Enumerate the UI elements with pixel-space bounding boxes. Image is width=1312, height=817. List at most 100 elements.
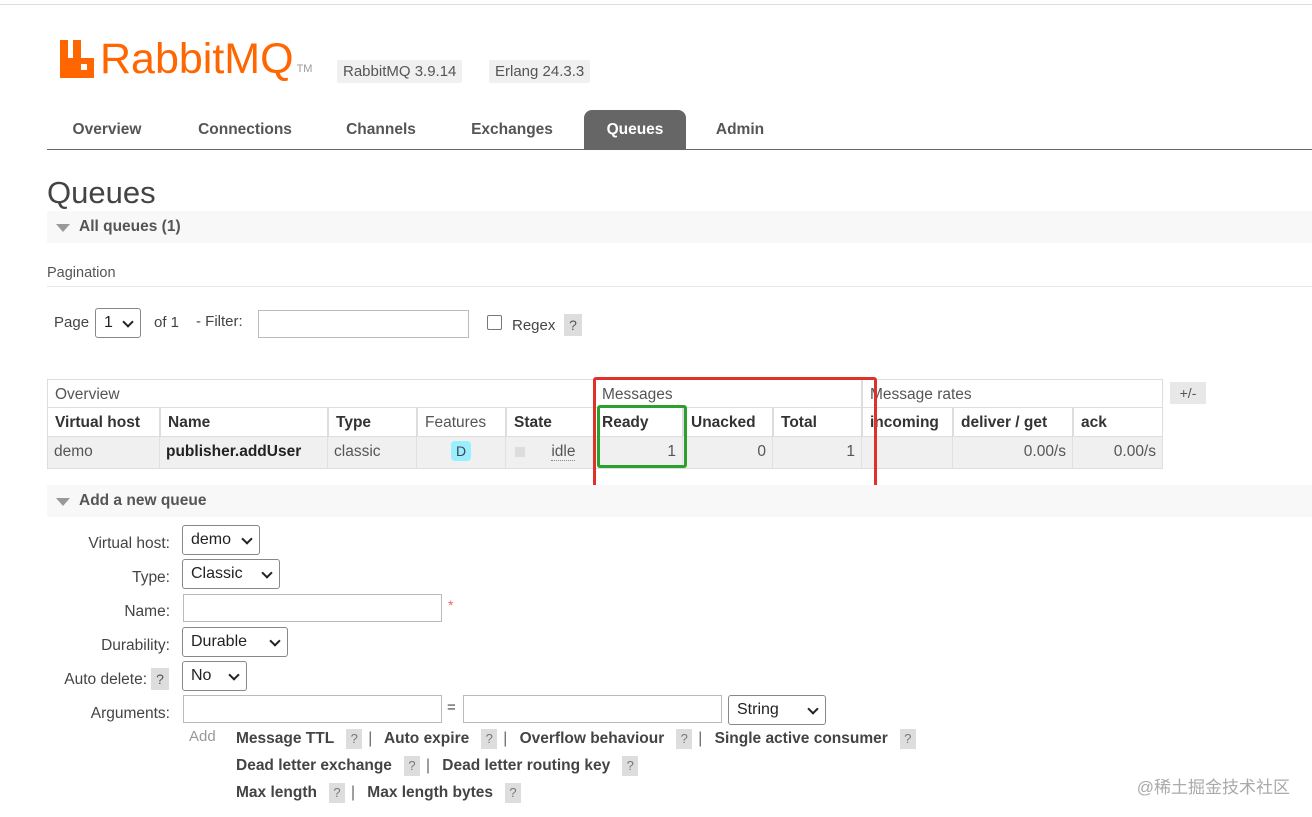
argument-type-value: String: [737, 701, 779, 718]
main-nav-tabs: Overview Connections Channels Exchanges …: [47, 110, 1312, 150]
tab-overview[interactable]: Overview: [55, 110, 159, 149]
arg-message-ttl-link[interactable]: Message TTL: [236, 730, 334, 747]
argument-key-input[interactable]: [183, 695, 442, 723]
help-icon[interactable]: ?: [328, 783, 345, 803]
add-queue-title: Add a new queue: [79, 492, 207, 509]
virtual-host-value: demo: [191, 531, 232, 548]
regex-label: Regex: [512, 317, 556, 334]
ready-highlight-box: [597, 405, 687, 468]
rabbitmq-logo-icon: [60, 40, 94, 78]
collapse-triangle-icon: [56, 498, 70, 506]
page-label: Page: [54, 314, 90, 331]
add-argument-label: Add: [189, 728, 216, 745]
auto-delete-help-icon[interactable]: ?: [151, 668, 169, 690]
arg-dead-letter-exchange-link[interactable]: Dead letter exchange: [236, 757, 392, 774]
col-type[interactable]: Type: [328, 408, 417, 437]
pagination-label: Pagination: [47, 265, 116, 281]
chevron-down-icon: [122, 316, 134, 328]
arguments-label: Arguments:: [90, 705, 170, 722]
arg-single-active-consumer-link[interactable]: Single active consumer: [715, 730, 888, 747]
all-queues-label: All queues (1): [79, 218, 181, 235]
help-icon[interactable]: ?: [505, 783, 522, 803]
group-overview-header: Overview: [47, 379, 594, 408]
virtual-host-select[interactable]: demo: [182, 525, 260, 555]
page-select-value: 1: [104, 314, 113, 331]
rabbitmq-version-badge: RabbitMQ 3.9.14: [337, 60, 463, 83]
durable-feature-badge[interactable]: D: [451, 441, 471, 461]
auto-delete-value: No: [191, 667, 212, 684]
state-indicator-icon: [515, 446, 525, 457]
page-select[interactable]: 1: [95, 308, 141, 338]
all-queues-section-toggle[interactable]: All queues (1): [47, 211, 1312, 243]
erlang-version-badge: Erlang 24.3.3: [489, 60, 591, 83]
required-marker: *: [448, 597, 454, 613]
row-state: idle: [506, 437, 594, 469]
collapse-triangle-icon: [56, 224, 70, 232]
add-queue-section-toggle[interactable]: Add a new queue: [47, 485, 1312, 517]
tab-queues[interactable]: Queues: [584, 110, 686, 149]
filter-label: - Filter:: [196, 313, 243, 330]
page-title: Queues: [47, 175, 156, 210]
col-deliver-get[interactable]: deliver / get: [953, 408, 1073, 437]
tab-channels[interactable]: Channels: [331, 110, 431, 149]
help-icon[interactable]: ?: [622, 756, 639, 776]
filter-input[interactable]: [258, 310, 469, 338]
arg-max-length-bytes-link[interactable]: Max length bytes: [367, 784, 493, 801]
help-icon[interactable]: ?: [676, 729, 693, 749]
col-name[interactable]: Name: [160, 408, 328, 437]
chevron-down-icon: [261, 567, 273, 579]
regex-checkbox[interactable]: [487, 315, 502, 330]
row-queue-name-link[interactable]: publisher.addUser: [160, 437, 328, 469]
argument-value-input[interactable]: [463, 695, 722, 723]
row-deliver-get: 0.00/s: [953, 437, 1073, 469]
name-label: Name:: [124, 603, 170, 620]
type-value: Classic: [191, 565, 243, 582]
col-features: Features: [417, 408, 506, 437]
logo-text: RabbitMQ: [100, 34, 294, 83]
help-icon[interactable]: ?: [346, 729, 363, 749]
pagination-divider: [47, 286, 1312, 287]
argument-shortcuts-row-3: Max length? | Max length bytes?: [236, 783, 527, 803]
help-icon[interactable]: ?: [481, 729, 498, 749]
row-ack: 0.00/s: [1073, 437, 1163, 469]
help-icon[interactable]: ?: [899, 729, 916, 749]
row-type: classic: [328, 437, 417, 469]
argument-shortcuts-row-1: Message TTL? | Auto expire? | Overflow beh…: [236, 729, 922, 749]
top-divider: [0, 4, 1312, 5]
type-select[interactable]: Classic: [182, 559, 280, 589]
durability-value: Durable: [191, 633, 248, 650]
queue-name-input[interactable]: [183, 594, 442, 622]
regex-help-icon[interactable]: ?: [564, 314, 582, 336]
tab-connections[interactable]: Connections: [183, 110, 307, 149]
argument-shortcuts-row-2: Dead letter exchange? | Dead letter routi…: [236, 756, 644, 776]
arg-overflow-behaviour-link[interactable]: Overflow behaviour: [520, 730, 665, 747]
arg-max-length-link[interactable]: Max length: [236, 784, 317, 801]
col-state[interactable]: State: [506, 408, 594, 437]
help-icon[interactable]: ?: [403, 756, 420, 776]
col-ack[interactable]: ack: [1073, 408, 1163, 437]
row-state-label: idle: [551, 443, 576, 461]
logo-trademark: TM: [296, 63, 313, 75]
equals-sign: =: [447, 699, 456, 716]
auto-delete-label: Auto delete:: [64, 671, 147, 688]
tab-exchanges[interactable]: Exchanges: [455, 110, 569, 149]
column-toggle-button[interactable]: +/-: [1170, 382, 1206, 404]
argument-type-select[interactable]: String: [728, 695, 826, 725]
durability-select[interactable]: Durable: [182, 627, 288, 657]
tab-admin[interactable]: Admin: [704, 110, 776, 149]
virtual-host-label: Virtual host:: [88, 535, 170, 552]
chevron-down-icon: [241, 533, 253, 545]
chevron-down-icon: [228, 669, 240, 681]
arg-auto-expire-link[interactable]: Auto expire: [384, 730, 469, 747]
type-label: Type:: [132, 569, 170, 586]
page-of-label: of 1: [154, 314, 180, 331]
rabbitmq-logo[interactable]: RabbitMQ TM: [60, 34, 313, 83]
auto-delete-select[interactable]: No: [182, 661, 247, 691]
chevron-down-icon: [807, 703, 819, 715]
row-virtual-host: demo: [47, 437, 160, 469]
durability-label: Durability:: [101, 637, 170, 654]
col-virtual-host[interactable]: Virtual host: [47, 408, 160, 437]
group-message-rates-header: Message rates: [862, 379, 1163, 408]
arg-dead-letter-routing-key-link[interactable]: Dead letter routing key: [442, 757, 610, 774]
row-features: D: [417, 437, 506, 469]
